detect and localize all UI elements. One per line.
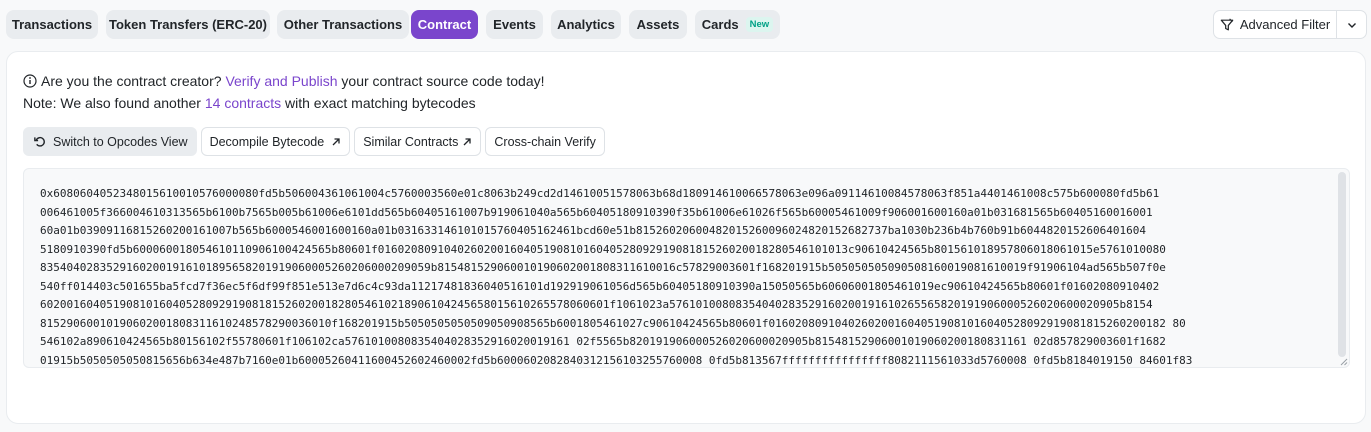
advanced-filter-button[interactable]: Advanced Filter — [1214, 11, 1336, 38]
bytecode-line: 01915b5050505050815656b634e487b7160e01b6… — [40, 353, 1193, 367]
verify-publish-link[interactable]: Verify and Publish — [225, 70, 337, 92]
tab-events[interactable]: Events — [486, 10, 543, 39]
resize-handle-icon[interactable] — [1339, 357, 1348, 366]
chevron-down-icon — [1347, 20, 1357, 30]
notice-creator-suffix: your contract source code today! — [341, 73, 545, 89]
tab-assets[interactable]: Assets — [629, 10, 687, 39]
bytecode-line: 540ff014403c501655ba5fcd7f36ec5f6df99f85… — [40, 279, 1160, 293]
decompile-bytecode-button[interactable]: Decompile Bytecode — [200, 127, 351, 156]
external-link-icon — [331, 137, 341, 147]
cross-chain-verify-button[interactable]: Cross-chain Verify — [485, 127, 605, 156]
bytecode-line: 8152906001019060200180831161024857829003… — [40, 316, 1186, 330]
advanced-filter-dropdown-toggle[interactable] — [1336, 11, 1366, 38]
notice-creator-text: Are you the contract creator? — [41, 73, 222, 89]
tab-other-transactions[interactable]: Other Transactions — [277, 10, 409, 39]
tab-analytics[interactable]: Analytics — [551, 10, 621, 39]
notice-matching-text: Note: We also found another — [23, 95, 201, 111]
advanced-filter-label: Advanced Filter — [1239, 17, 1331, 32]
filter-icon — [1220, 18, 1234, 32]
bytecode-line: 0x6080604052348015610010576000080fd5b506… — [40, 187, 1160, 200]
new-badge: New — [745, 17, 774, 32]
contract-notice: Are you the contract creator? Verify and… — [23, 70, 545, 114]
external-link-icon — [462, 137, 472, 147]
undo-icon — [33, 135, 46, 148]
tab-bar: Transactions Token Transfers (ERC-20) Ot… — [6, 10, 1367, 40]
tab-token-transfers[interactable]: Token Transfers (ERC-20) — [106, 10, 270, 39]
similar-contracts-label: Similar Contracts — [363, 134, 459, 149]
info-icon — [23, 74, 37, 88]
bytecode-line: 60a01b03909116815260200161007b565b600054… — [40, 224, 1146, 237]
cross-chain-verify-label: Cross-chain Verify — [494, 134, 596, 149]
bytecode-line: 546102a890610424565b80156102f55780601f10… — [40, 335, 1166, 348]
advanced-filter-group: Advanced Filter — [1213, 10, 1367, 39]
bytecode-text: 0x6080604052348015610010576000080fd5b506… — [40, 185, 1322, 367]
similar-contracts-button[interactable]: Similar Contracts — [354, 127, 482, 156]
bytecode-actions: Switch to Opcodes View Decompile Bytecod… — [23, 127, 609, 156]
tab-contract[interactable]: Contract — [411, 10, 478, 39]
bytecode-line: 5180910390fd5b60006001805461011090610042… — [40, 242, 1166, 256]
contract-panel: Are you the contract creator? Verify and… — [6, 51, 1366, 424]
notice-matching-suffix: with exact matching bytecodes — [285, 95, 476, 111]
tab-cards-label: Cards — [701, 17, 739, 32]
matching-contracts-link[interactable]: 14 contracts — [205, 92, 281, 114]
decompile-bytecode-label: Decompile Bytecode — [209, 134, 325, 149]
tab-transactions[interactable]: Transactions — [6, 10, 98, 39]
bytecode-line: 6020016040519081016040528092919081815260… — [40, 298, 1153, 311]
bytecode-line: 8354040283529160200191610189565820191906… — [40, 261, 1166, 274]
tab-cards[interactable]: Cards New — [695, 10, 780, 39]
switch-opcodes-label: Switch to Opcodes View — [53, 134, 188, 149]
bytecode-line: 006461005f366004610313565b6100b7565b005b… — [40, 205, 1153, 219]
switch-opcodes-button[interactable]: Switch to Opcodes View — [23, 127, 197, 156]
bytecode-scrollbar[interactable] — [1338, 172, 1346, 357]
bytecode-textarea[interactable]: 0x6080604052348015610010576000080fd5b506… — [23, 168, 1350, 368]
